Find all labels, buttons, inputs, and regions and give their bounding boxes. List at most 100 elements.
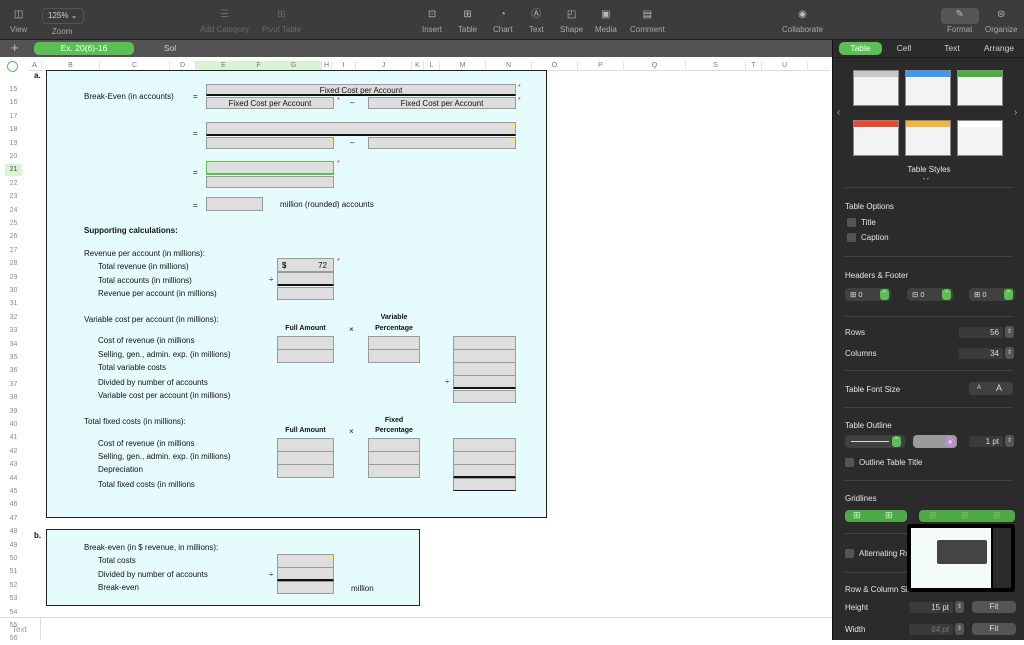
fit-height-button[interactable]: Fit: [972, 601, 1016, 613]
result-denominator-input[interactable]: [206, 176, 334, 188]
column-header-p[interactable]: P: [578, 61, 624, 71]
chevron-right-icon[interactable]: ›: [1014, 107, 1017, 118]
row-header-20[interactable]: 20: [5, 151, 22, 163]
row-header-16[interactable]: 16: [5, 97, 22, 109]
color-wheel-icon[interactable]: [945, 437, 955, 447]
alternating-row-checkbox[interactable]: [845, 549, 854, 558]
table-style-thumbnail[interactable]: [853, 70, 899, 106]
row-header-48[interactable]: 48: [5, 526, 22, 538]
total-accounts-input[interactable]: [277, 272, 334, 286]
selected-cell[interactable]: [206, 161, 334, 175]
row-header-36[interactable]: 36: [5, 365, 22, 377]
outline-style-stepper[interactable]: ⌃: [892, 436, 901, 447]
view-button[interactable]: ◫ View: [10, 8, 27, 34]
select-all-button[interactable]: [7, 61, 18, 72]
caption-checkbox[interactable]: [847, 233, 856, 242]
media-button[interactable]: ▣ Media: [595, 8, 617, 34]
row-header-45[interactable]: 45: [5, 486, 22, 498]
row-header-17[interactable]: 17: [5, 111, 22, 123]
row-header-46[interactable]: 46: [5, 499, 22, 511]
row-header-27[interactable]: 27: [5, 245, 22, 257]
header-row-gridlines-icon[interactable]: ⊞: [929, 510, 937, 521]
table-style-thumbnail[interactable]: [905, 120, 951, 156]
shape-button[interactable]: ◰ Shape: [560, 8, 583, 34]
input-cell[interactable]: [277, 451, 334, 465]
input-cell[interactable]: [453, 362, 516, 376]
numerator-cell[interactable]: Fixed Cost per Account: [206, 84, 516, 96]
decrease-font-button[interactable]: A: [977, 382, 981, 395]
input-cell[interactable]: [453, 349, 516, 363]
row-header-18[interactable]: 18: [5, 124, 22, 136]
row-header-19[interactable]: 19: [5, 138, 22, 150]
table-style-thumbnail[interactable]: [853, 120, 899, 156]
formula-numerator-input[interactable]: [206, 122, 516, 136]
input-cell[interactable]: [453, 390, 516, 403]
rows-stepper[interactable]: ⇕: [1005, 326, 1014, 338]
input-cell[interactable]: [453, 438, 516, 452]
horizontal-gridlines-icon[interactable]: ⊞: [853, 510, 861, 521]
height-stepper[interactable]: ⇕: [955, 601, 964, 613]
input-cell[interactable]: [277, 464, 334, 478]
vertical-gridlines-icon[interactable]: ⊞: [885, 510, 893, 521]
row-header-35[interactable]: 35: [5, 352, 22, 364]
row-header-22[interactable]: 22: [5, 178, 22, 190]
row-header-41[interactable]: 41: [5, 432, 22, 444]
header-cols-stepper[interactable]: ⌃: [942, 289, 951, 300]
row-header-34[interactable]: 34: [5, 339, 22, 351]
row-header-52[interactable]: 52: [5, 580, 22, 592]
outline-width-input[interactable]: 1 pt: [969, 436, 1003, 447]
rows-input[interactable]: 56: [959, 327, 1003, 338]
add-sheet-button[interactable]: +: [11, 40, 19, 56]
sheet-tab-ex-20-6-16[interactable]: Ex. 20(6)-16: [34, 42, 134, 55]
row-header-50[interactable]: 50: [5, 553, 22, 565]
table-style-thumbnail[interactable]: [957, 120, 1003, 156]
width-input[interactable]: 64 pt: [909, 624, 953, 635]
row-header-42[interactable]: 42: [5, 446, 22, 458]
row-header-54[interactable]: 54: [5, 607, 22, 619]
total-revenue-cell[interactable]: $ 72: [277, 258, 334, 272]
row-header-38[interactable]: 38: [5, 392, 22, 404]
footer-rows-stepper[interactable]: ⌃: [1004, 289, 1013, 300]
input-cell[interactable]: [453, 375, 516, 389]
row-header-21[interactable]: 21: [5, 164, 22, 177]
input-cell[interactable]: [368, 349, 420, 363]
screenshot-preview-thumbnail[interactable]: [907, 524, 1015, 592]
input-cell[interactable]: [368, 451, 420, 465]
table-style-thumbnail[interactable]: [905, 70, 951, 106]
row-header-33[interactable]: 33: [5, 325, 22, 337]
row-header-43[interactable]: 43: [5, 459, 22, 471]
chart-button[interactable]: ◔ Chart: [493, 8, 513, 34]
total-costs-input[interactable]: [277, 554, 334, 568]
row-header-32[interactable]: 32: [5, 312, 22, 324]
denominator-right-cell[interactable]: Fixed Cost per Account: [368, 97, 516, 109]
pivot-table-button[interactable]: ⊞ Pivot Table: [262, 8, 301, 34]
add-category-button[interactable]: ☰ Add Category: [200, 8, 249, 34]
breakeven-input[interactable]: [277, 581, 334, 594]
increase-font-button[interactable]: A: [996, 382, 1002, 395]
input-cell[interactable]: [453, 336, 516, 350]
columns-input[interactable]: 34: [959, 348, 1003, 359]
comment-button[interactable]: ▤ Comment: [630, 8, 665, 34]
row-header-49[interactable]: 49: [5, 540, 22, 552]
input-cell[interactable]: [453, 451, 516, 465]
formula-denominator-left-input[interactable]: [206, 137, 334, 149]
row-header-26[interactable]: 26: [5, 231, 22, 243]
row-header-31[interactable]: 31: [5, 298, 22, 310]
input-cell[interactable]: [368, 464, 420, 478]
revenue-per-account-input[interactable]: [277, 287, 334, 300]
row-header-56[interactable]: 56: [5, 633, 22, 645]
formula-denominator-right-input[interactable]: [368, 137, 516, 149]
title-checkbox[interactable]: [847, 218, 856, 227]
row-header-55[interactable]: 55: [5, 620, 22, 632]
row-header-15[interactable]: 15: [5, 84, 22, 96]
collaborate-button[interactable]: ◉ Collaborate: [782, 8, 823, 34]
row-header-53[interactable]: 53: [5, 593, 22, 605]
columns-stepper[interactable]: ⇕: [1005, 347, 1014, 359]
breakeven-result-input[interactable]: [206, 197, 263, 211]
width-stepper[interactable]: ⇕: [955, 623, 964, 635]
column-header-q[interactable]: Q: [624, 61, 686, 71]
table-style-thumbnail[interactable]: [957, 70, 1003, 106]
outline-width-stepper[interactable]: ⇕: [1005, 435, 1014, 447]
row-header-44[interactable]: 44: [5, 473, 22, 485]
footer-gridlines-icon[interactable]: ⊞: [993, 510, 1001, 521]
